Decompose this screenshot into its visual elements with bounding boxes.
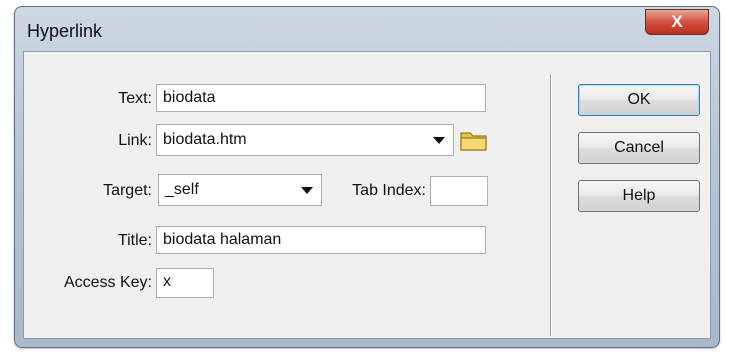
access-key-label: Access Key: (63, 274, 152, 291)
hyperlink-dialog: Hyperlink X Text: biodata Link: biodata.… (14, 6, 720, 348)
close-button[interactable]: X (645, 9, 709, 35)
close-icon: X (671, 12, 683, 31)
link-combobox[interactable]: biodata.htm (156, 124, 454, 156)
title-bar[interactable]: Hyperlink X (15, 7, 719, 51)
chevron-down-icon[interactable] (433, 137, 445, 144)
chevron-down-icon[interactable] (301, 187, 313, 194)
text-field[interactable]: biodata (156, 84, 486, 112)
link-value: biodata.htm (163, 131, 247, 148)
ok-button[interactable]: OK (578, 84, 700, 116)
target-select[interactable]: _self (158, 174, 322, 206)
text-label: Text: (118, 90, 152, 107)
tab-index-label: Tab Index: (352, 182, 426, 199)
tab-index-field[interactable] (430, 176, 488, 206)
dialog-title: Hyperlink (27, 21, 103, 41)
link-label: Link: (118, 132, 152, 149)
title-field[interactable]: biodata halaman (156, 226, 486, 254)
cancel-button[interactable]: Cancel (578, 132, 700, 164)
vertical-divider (550, 74, 552, 336)
access-key-field[interactable]: x (156, 268, 214, 298)
dialog-body: Text: biodata Link: biodata.htm Target: … (23, 51, 711, 339)
target-label: Target: (103, 182, 152, 199)
title-label: Title: (117, 232, 152, 249)
help-button[interactable]: Help (578, 180, 700, 212)
folder-icon[interactable] (460, 129, 488, 151)
target-value: _self (165, 181, 199, 198)
